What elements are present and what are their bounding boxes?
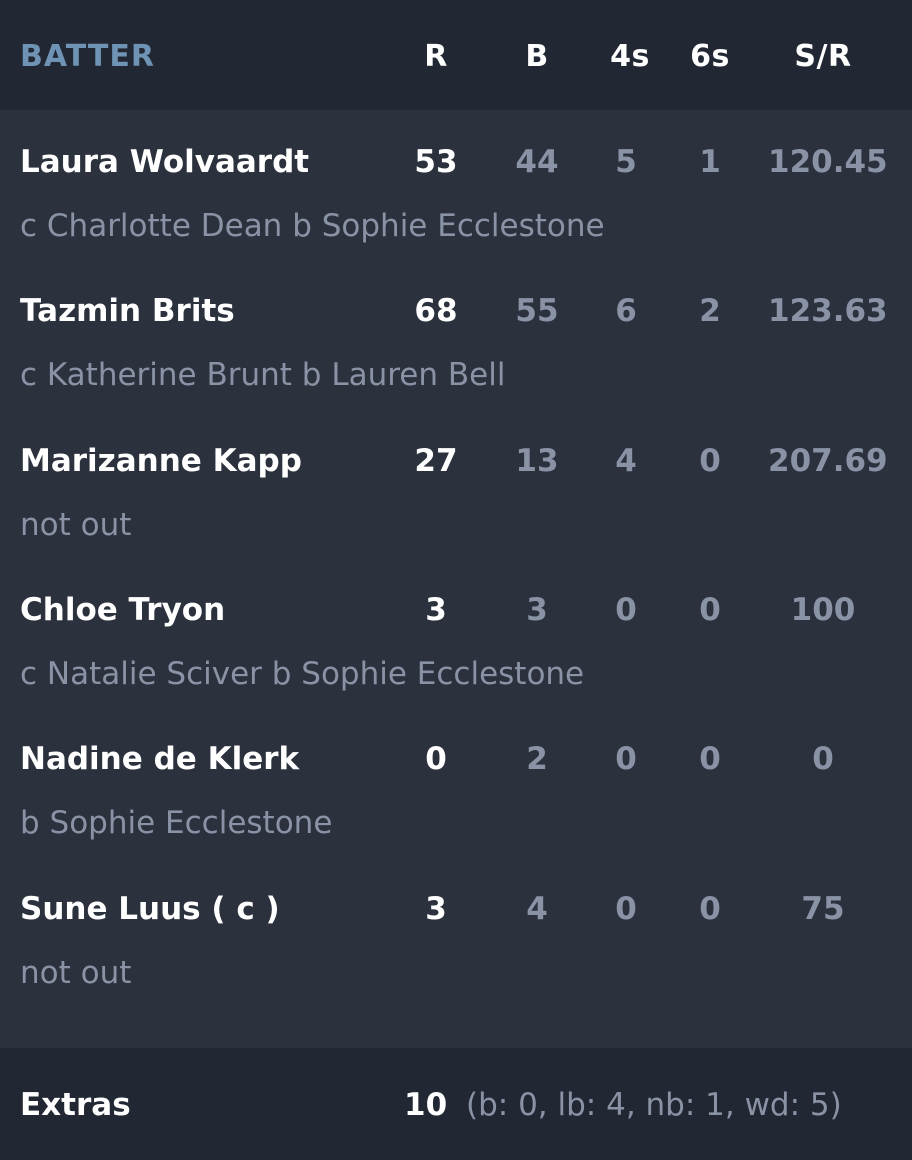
- batter-column-header: BATTER: [20, 39, 155, 74]
- batter-name[interactable]: Sune Luus ( c ): [20, 889, 280, 929]
- runs-column-header: R: [424, 39, 448, 74]
- dismissal-text: not out: [20, 955, 132, 991]
- sixes-value: 0: [699, 592, 721, 628]
- strike-rate-value: 0: [812, 741, 834, 777]
- strike-rate-value: 75: [801, 891, 845, 927]
- dismissal-text: not out: [20, 507, 132, 543]
- batter-row[interactable]: Marizanne Kapp not out 27 13 4 0 207.69: [0, 409, 912, 559]
- extras-breakdown: (b: 0, lb: 4, nb: 1, wd: 5): [466, 1087, 842, 1123]
- batter-row[interactable]: Nadine de Klerk b Sophie Ecclestone 0 2 …: [0, 707, 912, 857]
- strike-rate-value: 123.63: [768, 293, 888, 329]
- sixes-value: 2: [699, 293, 721, 329]
- batter-row[interactable]: Tazmin Brits c Katherine Brunt b Lauren …: [0, 259, 912, 409]
- extras-label: Extras: [20, 1087, 131, 1123]
- strike-rate-column-header: S/R: [794, 39, 852, 74]
- batter-row[interactable]: Laura Wolvaardt c Charlotte Dean b Sophi…: [0, 110, 912, 260]
- batter-row[interactable]: Sune Luus ( c ) not out 3 4 0 0 75: [0, 857, 912, 1007]
- sixes-column-header: 6s: [690, 39, 730, 74]
- strike-rate-value: 207.69: [768, 443, 888, 479]
- batter-name[interactable]: Marizanne Kapp: [20, 441, 302, 481]
- batter-name[interactable]: Laura Wolvaardt: [20, 142, 309, 182]
- sixes-value: 0: [699, 741, 721, 777]
- batter-name[interactable]: Tazmin Brits: [20, 291, 235, 331]
- dismissal-text: c Charlotte Dean b Sophie Ecclestone: [20, 208, 605, 244]
- dismissal-text: c Katherine Brunt b Lauren Bell: [20, 357, 506, 393]
- strike-rate-value: 120.45: [768, 144, 888, 180]
- runs-value: 53: [414, 144, 458, 180]
- dismissal-text: b Sophie Ecclestone: [20, 805, 333, 841]
- runs-value: 3: [425, 891, 447, 927]
- dismissal-text: c Natalie Sciver b Sophie Ecclestone: [20, 656, 585, 692]
- runs-value: 27: [414, 443, 458, 479]
- strike-rate-value: 100: [790, 592, 856, 628]
- runs-value: 0: [425, 741, 447, 777]
- sixes-value: 0: [699, 443, 721, 479]
- batting-scorecard: BATTER R B 4s 6s S/R Laura Wolvaardt c C…: [0, 0, 912, 1160]
- batter-row[interactable]: Chloe Tryon c Natalie Sciver b Sophie Ec…: [0, 558, 912, 708]
- batter-name[interactable]: Nadine de Klerk: [20, 739, 299, 779]
- extras-total: 10: [404, 1087, 448, 1123]
- runs-value: 3: [425, 592, 447, 628]
- batter-name[interactable]: Chloe Tryon: [20, 590, 225, 630]
- sixes-value: 1: [699, 144, 721, 180]
- sixes-value: 0: [699, 891, 721, 927]
- extras-row: Extras 10 (b: 0, lb: 4, nb: 1, wd: 5): [0, 1048, 912, 1160]
- scorecard-header: BATTER R B 4s 6s S/R: [0, 0, 912, 110]
- runs-value: 68: [414, 293, 458, 329]
